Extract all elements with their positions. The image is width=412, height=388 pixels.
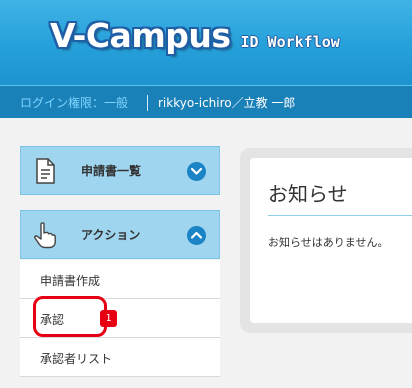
- logo-sub-text: ID Workflow: [240, 33, 340, 51]
- chevron-down-icon[interactable]: [187, 162, 206, 181]
- userbar-divider: [147, 95, 148, 111]
- app-logo[interactable]: V-Campus ID Workflow: [50, 16, 340, 64]
- sidebar-section-title: アクション: [81, 228, 141, 242]
- user-bar: ログイン権限：一般 rikkyo-ichiro／立教 一郎: [0, 85, 412, 118]
- current-user: rikkyo-ichiro／立教 一郎: [158, 96, 296, 110]
- sidebar-item-label: 承認: [40, 313, 65, 327]
- sidebar-item-approval[interactable]: 承認 1: [20, 299, 220, 338]
- pointing-hand-icon: [30, 220, 60, 250]
- notice-panel-body: お知らせ お知らせはありません。: [250, 158, 412, 323]
- sidebar-section-application-list[interactable]: 申請書一覧: [20, 146, 220, 195]
- login-permission: ログイン権限：一般: [20, 96, 129, 110]
- approval-count-badge: 1: [100, 310, 117, 327]
- notice-divider: [268, 215, 412, 216]
- logo-main-text: V-Campus: [50, 16, 231, 55]
- sidebar-item-create-application[interactable]: 申請書作成: [20, 260, 220, 299]
- notice-message: お知らせはありません。: [268, 236, 389, 249]
- sidebar-item-label: 承認者リスト: [40, 352, 113, 366]
- notice-title: お知らせ: [268, 182, 348, 206]
- chevron-up-icon[interactable]: [187, 226, 206, 245]
- app-header: V-Campus ID Workflow: [0, 0, 412, 85]
- sidebar-item-approver-list[interactable]: 承認者リスト: [20, 338, 220, 377]
- sidebar-section-actions[interactable]: アクション: [20, 210, 220, 259]
- sidebar-section-title: 申請書一覧: [81, 164, 142, 178]
- notice-panel: お知らせ お知らせはありません。: [240, 148, 412, 333]
- sidebar-item-label: 申請書作成: [40, 274, 101, 288]
- document-icon: [30, 156, 60, 186]
